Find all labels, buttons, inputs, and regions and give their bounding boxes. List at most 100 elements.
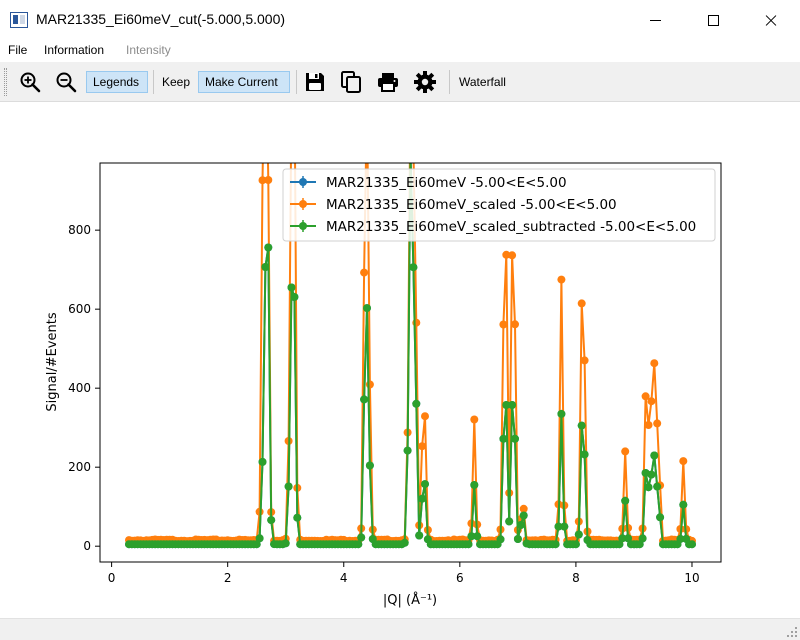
data-point bbox=[650, 451, 659, 460]
app-icon bbox=[10, 12, 28, 28]
close-button[interactable] bbox=[742, 0, 800, 40]
y-tick-label: 800 bbox=[68, 223, 91, 237]
y-tick-label: 200 bbox=[68, 460, 91, 474]
zoom-out-icon[interactable] bbox=[52, 69, 80, 95]
menu-intensity: Intensity bbox=[126, 43, 171, 57]
waterfall-button[interactable]: Waterfall bbox=[453, 71, 512, 93]
data-point bbox=[496, 535, 505, 544]
data-point bbox=[360, 395, 369, 404]
data-point bbox=[365, 461, 374, 470]
data-point bbox=[644, 483, 653, 492]
data-point bbox=[360, 268, 369, 277]
toolbar-separator bbox=[449, 70, 450, 94]
legends-button[interactable]: Legends bbox=[86, 71, 148, 93]
data-point bbox=[357, 533, 366, 542]
minimize-button[interactable] bbox=[626, 0, 684, 40]
data-point bbox=[409, 143, 417, 151]
data-point bbox=[409, 263, 418, 272]
data-point bbox=[571, 540, 580, 549]
data-point bbox=[688, 540, 696, 549]
maximize-icon bbox=[707, 14, 719, 26]
data-point bbox=[519, 511, 528, 520]
data-point bbox=[290, 293, 299, 301]
x-tick-label: 4 bbox=[340, 571, 348, 585]
data-point bbox=[647, 397, 656, 406]
data-point bbox=[679, 457, 688, 466]
close-icon bbox=[764, 13, 778, 27]
data-point bbox=[644, 421, 653, 429]
data-point bbox=[508, 251, 517, 260]
menu-information[interactable]: Information bbox=[44, 43, 104, 57]
printer-icon[interactable] bbox=[374, 69, 402, 95]
data-point bbox=[407, 150, 415, 158]
data-point bbox=[679, 500, 688, 509]
legend-entry-label: MAR21335_Ei60meV_scaled_subtracted -5.00… bbox=[326, 219, 696, 235]
data-point bbox=[557, 275, 566, 284]
data-point bbox=[580, 356, 589, 365]
data-point bbox=[400, 538, 409, 547]
data-point bbox=[557, 409, 566, 418]
data-point bbox=[580, 450, 589, 459]
data-point bbox=[574, 530, 583, 539]
legend-marker bbox=[299, 178, 307, 186]
make-current-button[interactable]: Make Current bbox=[198, 71, 290, 93]
data-point bbox=[653, 419, 662, 428]
data-point bbox=[407, 150, 415, 158]
data-point bbox=[647, 470, 656, 479]
copy-icon[interactable] bbox=[337, 69, 365, 95]
data-point bbox=[264, 243, 273, 252]
data-point bbox=[577, 421, 586, 430]
data-point bbox=[365, 380, 374, 389]
data-point bbox=[264, 176, 273, 184]
status-bar bbox=[0, 618, 800, 640]
data-point bbox=[621, 447, 630, 456]
data-point bbox=[508, 401, 517, 409]
plot-canvas[interactable]: 0 2 4 6 8 10 0 200 400 600 800 |Q| (Å⁻¹) Signal/#… bbox=[0, 104, 800, 616]
x-tick-label: 6 bbox=[456, 571, 464, 585]
title-bar[interactable]: MAR21335_Ei60meV_cut(-5.000,5.000) bbox=[0, 0, 800, 40]
data-point bbox=[577, 299, 586, 308]
data-point bbox=[505, 517, 514, 526]
save-icon[interactable] bbox=[301, 69, 329, 95]
data-point bbox=[418, 442, 427, 451]
data-point bbox=[551, 540, 560, 549]
y-axis-label: Signal/#Events bbox=[45, 312, 60, 411]
data-point bbox=[412, 399, 421, 408]
y-tick-label: 600 bbox=[68, 302, 91, 316]
data-point bbox=[255, 534, 264, 543]
data-point bbox=[412, 318, 421, 327]
x-axis: 0 2 4 6 8 10 bbox=[108, 562, 700, 585]
y-tick-label: 400 bbox=[68, 381, 91, 395]
data-point bbox=[513, 535, 522, 543]
toolbar: Legends Keep Make Current Waterfall bbox=[0, 62, 800, 102]
legend[interactable]: MAR21335_Ei60meV -5.00<E<5.00 MAR21335_Ei… bbox=[282, 168, 716, 242]
toolbar-grip[interactable] bbox=[4, 68, 7, 96]
data-point bbox=[653, 482, 662, 491]
x-axis-label: |Q| (Å⁻¹) bbox=[383, 592, 437, 608]
gear-icon[interactable] bbox=[411, 69, 439, 95]
data-point bbox=[638, 534, 647, 543]
maximize-button[interactable] bbox=[684, 0, 742, 40]
menu-file[interactable]: File bbox=[8, 43, 27, 57]
legend-marker bbox=[299, 200, 307, 208]
zoom-in-icon[interactable] bbox=[16, 69, 44, 95]
data-point bbox=[421, 412, 429, 421]
menu-bar: File Information Intensity bbox=[0, 40, 800, 60]
data-point bbox=[516, 521, 525, 529]
toolbar-separator bbox=[153, 70, 154, 94]
chart[interactable]: 0 2 4 6 8 10 0 200 400 600 800 |Q| (Å⁻¹) Signal/#… bbox=[0, 104, 800, 616]
data-point bbox=[267, 516, 276, 525]
minimize-icon bbox=[649, 19, 661, 21]
keep-button[interactable]: Keep bbox=[156, 71, 196, 93]
data-point bbox=[293, 513, 302, 522]
legend-marker bbox=[299, 222, 307, 230]
x-tick-label: 10 bbox=[684, 571, 699, 585]
data-point bbox=[511, 434, 519, 443]
data-point bbox=[511, 320, 519, 329]
data-point bbox=[499, 320, 508, 329]
data-point bbox=[284, 482, 293, 491]
size-grip-icon[interactable] bbox=[786, 626, 798, 638]
data-point bbox=[363, 304, 371, 313]
data-point bbox=[415, 531, 424, 540]
application-window: MAR21335_Ei60meV_cut(-5.000,5.000) File … bbox=[0, 0, 800, 640]
